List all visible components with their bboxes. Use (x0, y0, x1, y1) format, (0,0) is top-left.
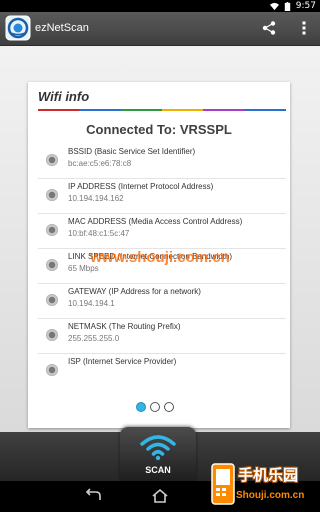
item-value: 10.194.194.1 (68, 299, 115, 308)
color-stripe (38, 109, 286, 111)
stripe-blue (79, 109, 121, 111)
wifi-scan-icon (140, 435, 176, 461)
list-item-gateway[interactable]: GATEWAY (IP Address for a network) 10.19… (28, 284, 290, 319)
scan-button[interactable]: SCAN (120, 427, 196, 481)
card-title: Wifi info (38, 89, 90, 104)
item-value: bc:ae:c5:e6:78:c8 (68, 159, 132, 168)
overflow-menu-icon[interactable] (296, 20, 312, 36)
page-dot-3[interactable] (164, 402, 174, 412)
radio-icon[interactable] (46, 364, 58, 376)
item-label: MAC ADDRESS (Media Access Control Addres… (68, 217, 243, 226)
app-title: ezNetScan (35, 22, 89, 34)
scan-label: SCAN (145, 465, 171, 475)
item-label: NETMASK (The Routing Prefix) (68, 322, 181, 331)
item-label: IP ADDRESS (Internet Protocol Address) (68, 182, 214, 191)
connected-to-heading: Connected To: VRSSPL (86, 122, 232, 137)
page-indicator (136, 402, 174, 412)
share-icon[interactable] (261, 20, 277, 36)
back-icon[interactable] (82, 488, 104, 504)
radio-icon[interactable] (46, 329, 58, 341)
radio-icon[interactable] (46, 224, 58, 236)
stripe-green (120, 109, 162, 111)
app-logo-icon[interactable] (5, 15, 31, 41)
wifi-status-icon (269, 2, 279, 10)
list-item-bssid[interactable]: BSSID (Basic Service Set Identifier) bc:… (28, 144, 290, 179)
list-item-mac-address[interactable]: MAC ADDRESS (Media Access Control Addres… (28, 214, 290, 249)
page-dot-2[interactable] (150, 402, 160, 412)
site-badge-title: 手机乐园 (238, 467, 299, 484)
item-value: 10.194.194.162 (68, 194, 124, 203)
radio-icon[interactable] (46, 294, 58, 306)
battery-icon (284, 1, 290, 11)
wifi-info-list[interactable]: BSSID (Basic Service Set Identifier) bc:… (28, 144, 290, 428)
page-dot-1[interactable] (136, 402, 146, 412)
site-badge-url: Shouji.com.cn (236, 490, 305, 501)
list-item-netmask[interactable]: NETMASK (The Routing Prefix) 255.255.255… (28, 319, 290, 354)
status-bar: 9:57 (0, 0, 320, 12)
radio-icon[interactable] (46, 189, 58, 201)
radio-icon[interactable] (46, 154, 58, 166)
stripe-red (38, 109, 80, 111)
status-time: 9:57 (295, 1, 316, 11)
item-value: 10:bf:48:c1:5c:47 (68, 229, 130, 238)
action-bar: ezNetScan (0, 12, 320, 46)
item-label: BSSID (Basic Service Set Identifier) (68, 147, 196, 156)
stripe-blue-2 (244, 109, 286, 111)
stripe-purple (203, 109, 245, 111)
status-icons: 9:57 (269, 0, 316, 12)
list-item-isp[interactable]: ISP (Internet Service Provider) (28, 354, 290, 389)
content-area: Wifi info Connected To: VRSSPL BSSID (Ba… (0, 46, 320, 432)
item-label: ISP (Internet Service Provider) (68, 357, 177, 366)
item-value: 255.255.255.0 (68, 334, 120, 343)
item-label: GATEWAY (IP Address for a network) (68, 287, 201, 296)
watermark-text: www.shouji.com.cn (90, 249, 230, 266)
stripe-yellow (161, 109, 204, 111)
home-icon[interactable] (149, 488, 171, 504)
list-item-ip-address[interactable]: IP ADDRESS (Internet Protocol Address) 1… (28, 179, 290, 214)
